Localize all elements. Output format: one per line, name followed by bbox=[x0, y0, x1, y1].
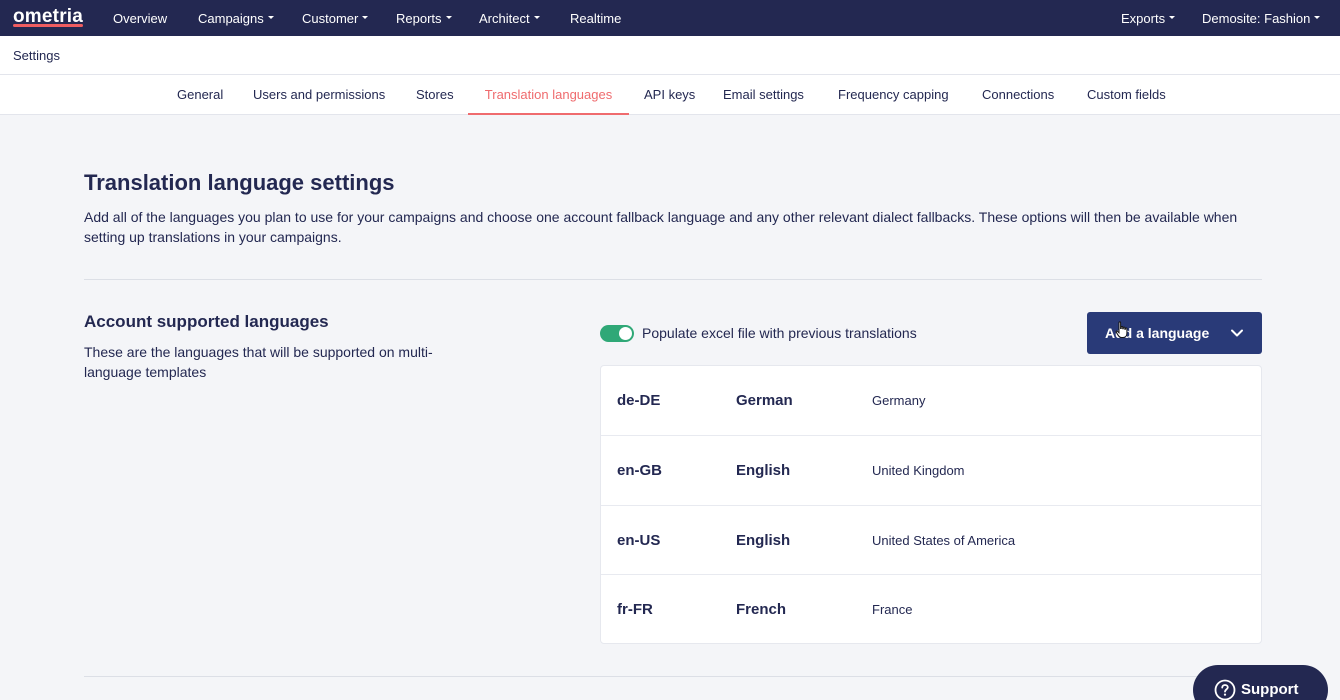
nav-item-reports[interactable]: Reports bbox=[396, 0, 452, 36]
tab-stores[interactable]: Stores bbox=[416, 75, 454, 115]
site-switcher[interactable]: Demosite: Fashion bbox=[1202, 0, 1321, 36]
nav-item-architect[interactable]: Architect bbox=[479, 0, 540, 36]
supported-languages-description: These are the languages that will be sup… bbox=[84, 344, 433, 380]
logo-text: ometria bbox=[13, 6, 84, 27]
nav-item-realtime[interactable]: Realtime bbox=[570, 0, 621, 36]
language-country: United Kingdom bbox=[872, 463, 965, 478]
section-divider bbox=[84, 676, 1262, 677]
language-code: de-DE bbox=[617, 392, 661, 409]
section-divider bbox=[84, 279, 1262, 280]
page-section-title: Settings bbox=[13, 48, 60, 63]
tab-api-keys[interactable]: API keys bbox=[644, 75, 695, 115]
supported-languages-title: Account supported languages bbox=[84, 312, 329, 331]
tab-custom-fields[interactable]: Custom fields bbox=[1087, 75, 1166, 115]
nav-item-campaigns[interactable]: Campaigns bbox=[198, 0, 274, 36]
language-row[interactable]: en-GB English United Kingdom bbox=[601, 435, 1261, 505]
language-country: United States of America bbox=[872, 533, 1016, 548]
tab-frequency-capping[interactable]: Frequency capping bbox=[838, 75, 949, 115]
language-row[interactable]: en-US English United States of America bbox=[601, 505, 1261, 575]
caret-down-icon bbox=[362, 15, 369, 19]
populate-excel-label: Populate excel file with previous transl… bbox=[642, 325, 917, 341]
caret-down-icon bbox=[267, 15, 274, 19]
add-language-button[interactable]: Add a language bbox=[1087, 312, 1262, 354]
language-code: fr-FR bbox=[617, 601, 653, 618]
caret-down-icon bbox=[1169, 15, 1176, 19]
settings-tabs: General Users and permissions Stores Tra… bbox=[0, 75, 1340, 115]
help-icon bbox=[1214, 679, 1236, 700]
nav-item-overview[interactable]: Overview bbox=[113, 0, 167, 36]
page-title: Translation language settings bbox=[84, 170, 395, 195]
caret-down-icon bbox=[1314, 15, 1321, 19]
populate-excel-toggle[interactable] bbox=[600, 325, 634, 342]
language-country: Germany bbox=[872, 393, 926, 408]
tab-translation-languages[interactable]: Translation languages bbox=[468, 75, 629, 115]
language-name: English bbox=[736, 532, 791, 549]
language-code: en-US bbox=[617, 532, 661, 549]
tab-connections[interactable]: Connections bbox=[982, 75, 1054, 115]
nav-item-customer[interactable]: Customer bbox=[302, 0, 369, 36]
ometria-logo[interactable]: ometria bbox=[13, 6, 84, 28]
caret-down-icon bbox=[533, 15, 540, 19]
top-navigation-bar: ometria Overview Campaigns Customer Repo… bbox=[0, 0, 1340, 36]
support-label: Support bbox=[1241, 681, 1299, 698]
tab-users-and-permissions[interactable]: Users and permissions bbox=[253, 75, 385, 115]
support-button[interactable]: Support bbox=[1193, 665, 1328, 700]
hand-cursor-icon bbox=[1115, 321, 1128, 338]
page-description: Add all of the languages you plan to use… bbox=[84, 209, 1238, 245]
tab-general[interactable]: General bbox=[177, 75, 223, 115]
exports-menu[interactable]: Exports bbox=[1121, 0, 1176, 36]
language-row[interactable]: de-DE German Germany bbox=[601, 366, 1261, 436]
tab-email-settings[interactable]: Email settings bbox=[723, 75, 804, 115]
language-code: en-GB bbox=[617, 462, 662, 479]
language-country: France bbox=[872, 602, 913, 617]
language-row[interactable]: fr-FR French France bbox=[601, 574, 1261, 643]
settings-header: Settings bbox=[0, 36, 1340, 75]
language-name: French bbox=[736, 601, 787, 618]
language-list: de-DE German Germany en-GB English Unite… bbox=[600, 365, 1262, 644]
language-name: German bbox=[736, 392, 793, 409]
caret-down-icon bbox=[445, 15, 452, 19]
language-name: English bbox=[736, 462, 791, 479]
chevron-down-icon bbox=[1231, 329, 1243, 337]
